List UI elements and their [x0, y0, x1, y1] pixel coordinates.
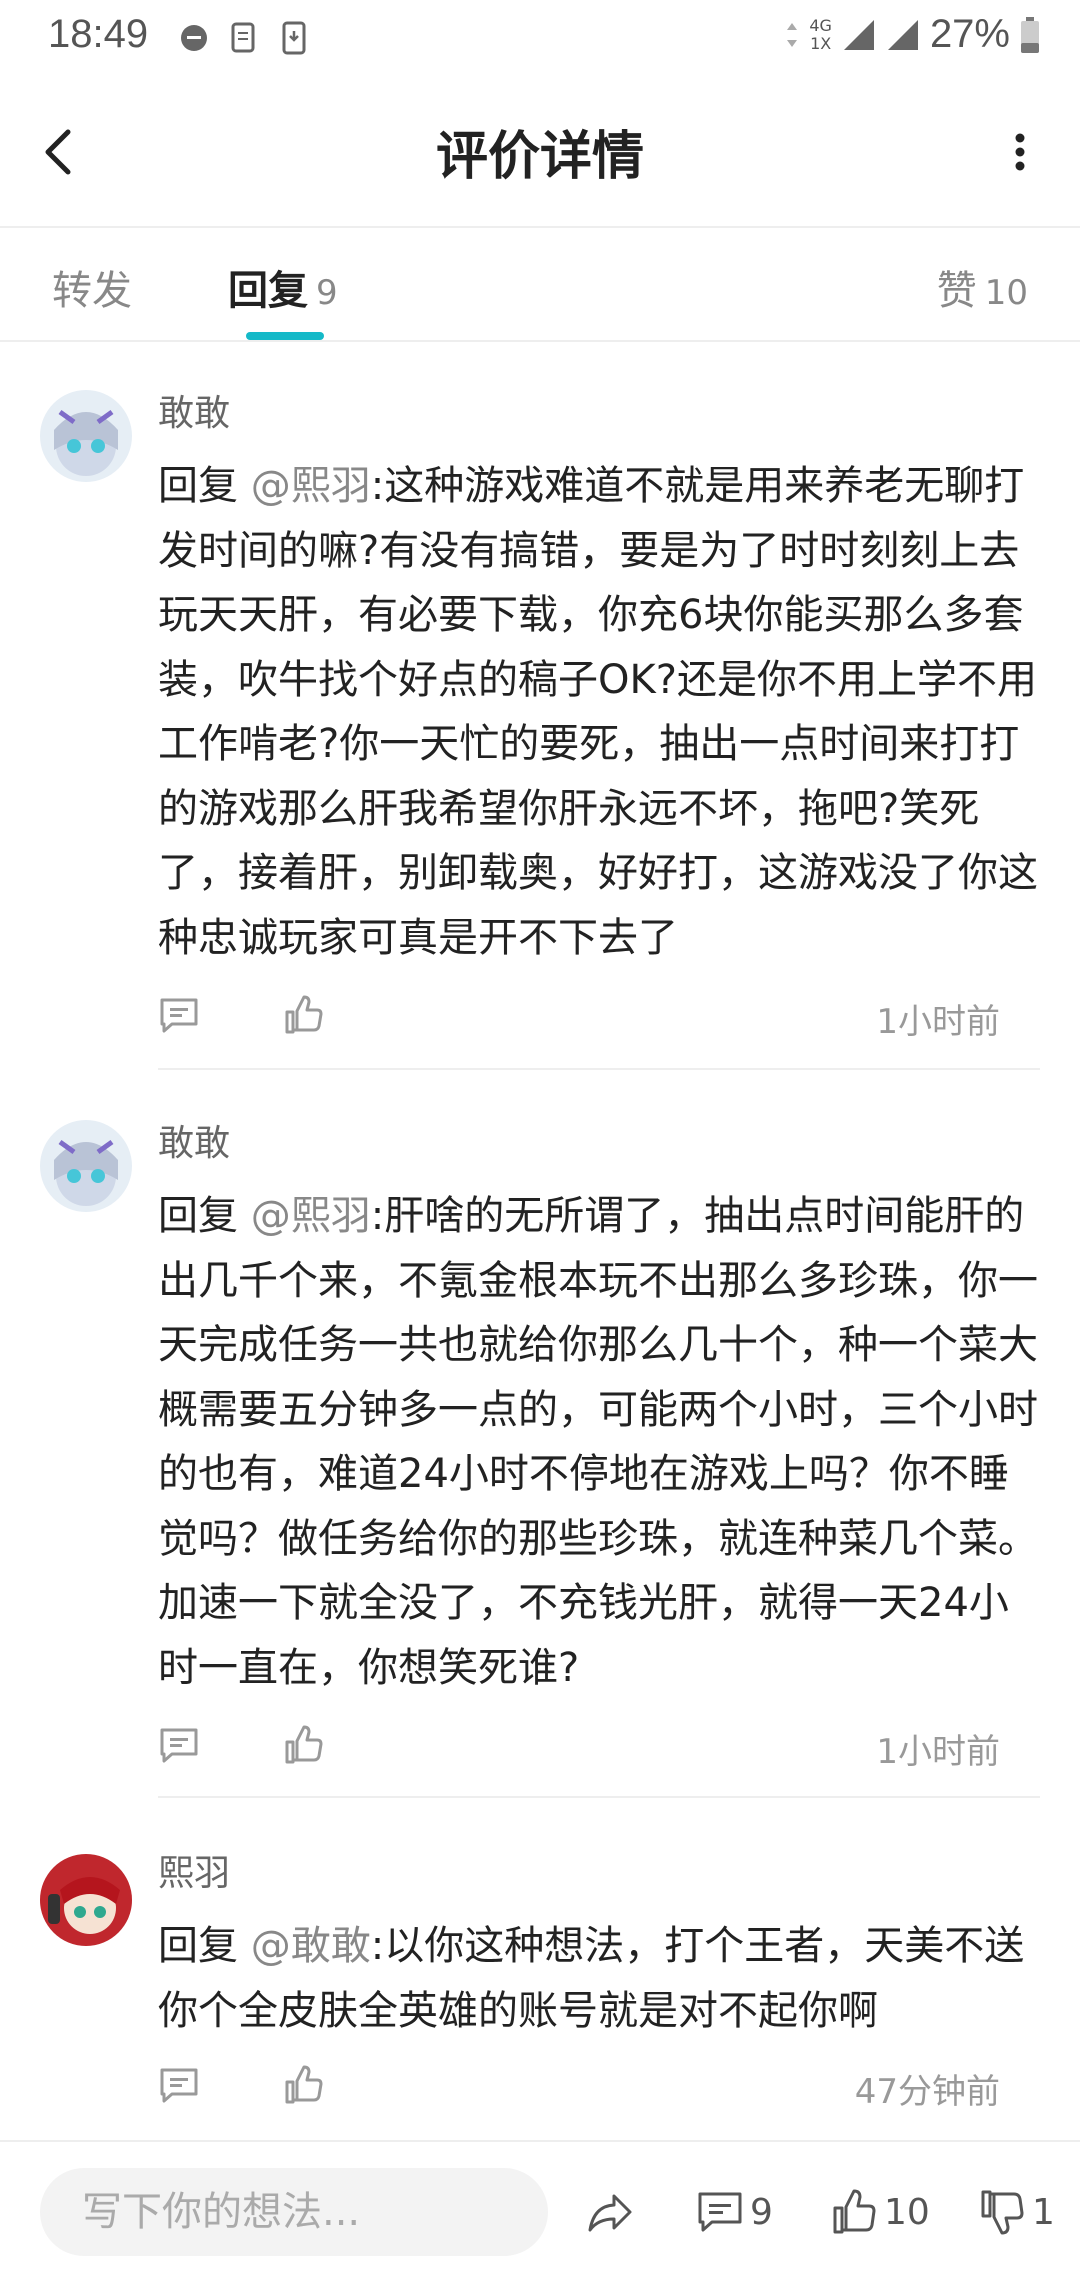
battery-icon: [1021, 16, 1039, 53]
thumbs-up-icon[interactable]: [282, 1724, 324, 1766]
comment-icon: [698, 2192, 742, 2232]
comment-author[interactable]: 敢敢: [158, 384, 230, 436]
likes-count: 10: [884, 2191, 930, 2233]
tab-reply[interactable]: 回复 9: [228, 258, 338, 316]
thumbs-down-icon: [981, 2190, 1024, 2235]
app-header: 评价详情: [0, 80, 1080, 228]
comment-actions: 1小时前: [158, 1724, 1000, 1774]
mention-link[interactable]: @敢敢: [251, 1923, 371, 1969]
phone-download-icon: [282, 21, 306, 55]
tab-bar: 转发 回复 9 赞 10: [0, 228, 1080, 342]
comment-divider: [158, 1796, 1040, 1798]
battery-percent: 27%: [929, 12, 1010, 56]
comment-time: 1小时前: [876, 1732, 1000, 1772]
status-time: 18:49: [48, 12, 149, 56]
comment-actions: 1小时前: [158, 994, 1000, 1044]
reply-comment-icon[interactable]: [158, 2064, 200, 2106]
comments-count: 9: [750, 2191, 773, 2233]
document-icon: [231, 22, 255, 53]
page-title: 评价详情: [435, 127, 644, 187]
comment-time: 47分钟前: [854, 2072, 1000, 2112]
comment-actions: 47分钟前: [158, 2064, 1000, 2114]
status-bar: 18:49 4G 1X 27%: [0, 0, 1080, 80]
active-tab-indicator: [246, 332, 324, 340]
tab-forward[interactable]: 转发: [52, 258, 132, 316]
signal-icon-2: [887, 19, 918, 50]
avatar[interactable]: [40, 390, 132, 482]
mention-link[interactable]: @熙羽: [251, 463, 371, 509]
dislike-button[interactable]: 1: [978, 2188, 1055, 2236]
chat-bubble-icon: [181, 25, 207, 51]
more-options-icon[interactable]: [990, 120, 1050, 184]
dislikes-count: 1: [1032, 2191, 1055, 2233]
avatar[interactable]: [40, 1120, 132, 1212]
data-arrows-icon: [787, 22, 798, 47]
signal-icon: [843, 19, 874, 50]
tab-like[interactable]: 赞 10: [937, 258, 1028, 316]
thumbs-up-icon: [833, 2189, 876, 2234]
comment-author[interactable]: 熙羽: [158, 1844, 230, 1896]
comment-text: 回复 @敢敢:以你这种想法，打个王者，天美不送你个全皮肤全英雄的账号就是对不起你…: [158, 1923, 1025, 2034]
thumbs-up-icon[interactable]: [282, 2064, 324, 2106]
reply-comment-icon[interactable]: [158, 994, 200, 1036]
tab-like-count: 10: [984, 273, 1028, 313]
share-icon: [588, 2194, 632, 2232]
comment-time: 1小时前: [876, 1002, 1000, 1042]
avatar[interactable]: [40, 1854, 132, 1946]
bottom-action-bar: 9 10 1: [0, 2140, 1080, 2282]
network-type: 4G 1X: [809, 15, 832, 53]
reply-comment-icon[interactable]: [158, 1724, 200, 1766]
comment-divider: [158, 1068, 1040, 1070]
comment-input[interactable]: [40, 2168, 548, 2256]
comment-author[interactable]: 敢敢: [158, 1114, 230, 1166]
thumbs-up-icon[interactable]: [282, 994, 324, 1036]
like-button[interactable]: 10: [830, 2188, 930, 2236]
comment-text: 回复 @熙羽:这种游戏难道不就是用来养老无聊打发时间的嘛?有没有搞错，要是为了时…: [158, 463, 1038, 961]
tab-reply-count: 9: [316, 273, 338, 313]
comment-text: 回复 @熙羽:肝啥的无所谓了，抽出点时间能肝的出几千个来，不氪金根本玩不出那么多…: [158, 1193, 1038, 1691]
mention-link[interactable]: @熙羽: [251, 1193, 371, 1239]
comments-button[interactable]: 9: [696, 2188, 773, 2236]
share-button[interactable]: [586, 2188, 634, 2236]
